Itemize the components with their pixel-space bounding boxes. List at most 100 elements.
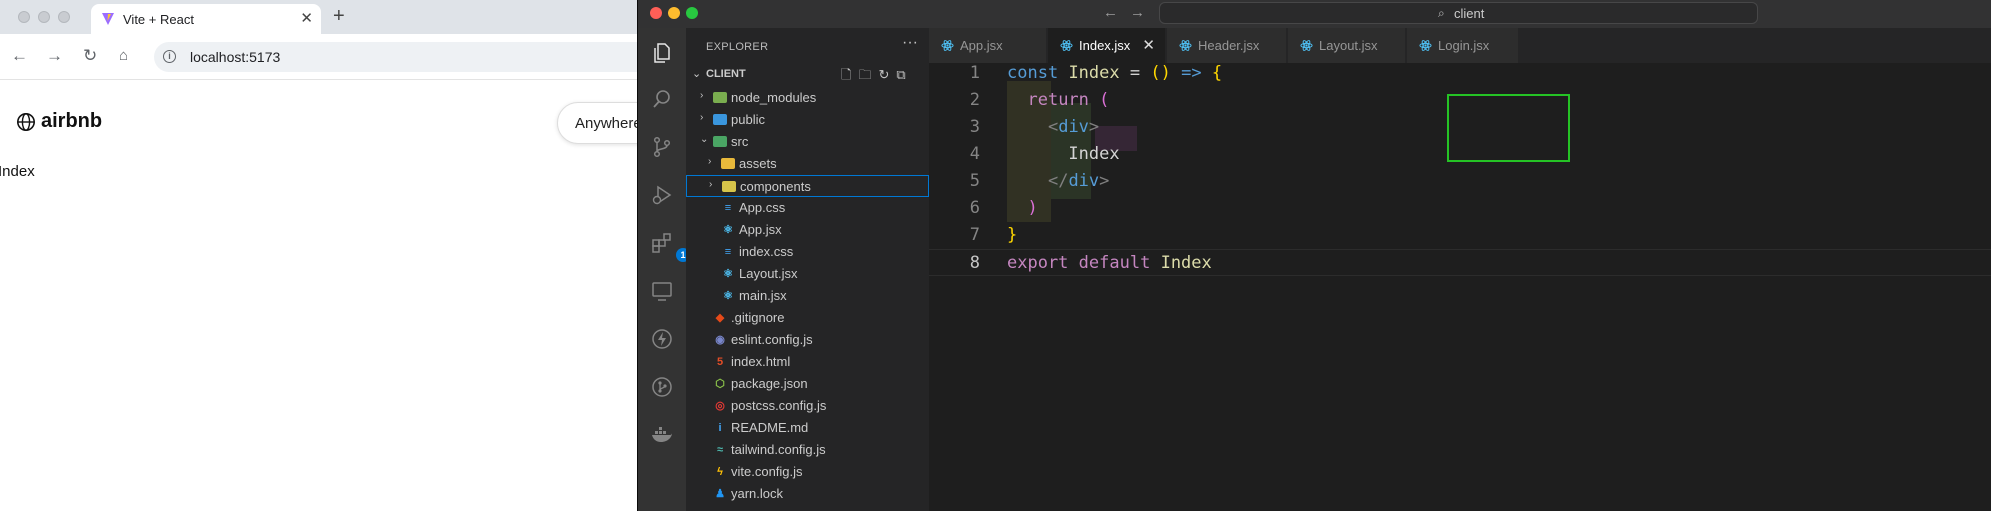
- react-icon: [1300, 40, 1313, 51]
- postcss-file-icon: ◎: [715, 400, 725, 412]
- new-tab-button[interactable]: +: [333, 5, 345, 28]
- history-nav[interactable]: ←→: [1103, 4, 1157, 21]
- vscode-titlebar: ←→ ⌕ client: [638, 0, 1991, 28]
- back-icon[interactable]: ←: [11, 47, 28, 64]
- remote-explorer-icon[interactable]: [650, 279, 674, 303]
- tree-item-label: assets: [739, 156, 777, 171]
- source-control-icon[interactable]: [650, 135, 674, 159]
- lightning-icon[interactable]: [650, 327, 674, 351]
- tree-item[interactable]: ≈ tailwind.config.js: [686, 439, 929, 461]
- back-icon[interactable]: ←: [1103, 4, 1130, 21]
- site-info-icon[interactable]: i: [163, 50, 176, 63]
- tree-item[interactable]: › assets: [686, 153, 929, 175]
- code-line-7[interactable]: 7 }: [929, 222, 1991, 249]
- tree-item[interactable]: 5 index.html: [686, 351, 929, 373]
- tree-item[interactable]: ⚛ main.jsx: [686, 285, 929, 307]
- tree-item-label: postcss.config.js: [731, 398, 827, 413]
- close-window-button[interactable]: [18, 11, 30, 23]
- code-line-1[interactable]: 1 const Index = () => {: [929, 60, 1991, 87]
- web-page: airbnb Anywhere Index: [0, 80, 697, 511]
- folder-icon: [713, 136, 727, 147]
- activity-bar: 1: [638, 28, 690, 511]
- line-number: 2: [969, 90, 980, 110]
- run-debug-icon[interactable]: [650, 183, 674, 207]
- tab-index-jsx[interactable]: Index.jsx ✕: [1048, 28, 1166, 63]
- tab-layout-jsx[interactable]: Layout.jsx: [1288, 28, 1406, 63]
- line-number: 7: [969, 225, 980, 245]
- react-file-icon: ⚛: [723, 268, 733, 280]
- html-file-icon: 5: [716, 356, 724, 368]
- tree-item[interactable]: ≡ index.css: [686, 241, 929, 263]
- react-file-icon: ⚛: [723, 224, 733, 236]
- tree-item[interactable]: i README.md: [686, 417, 929, 439]
- line-number: 8: [969, 253, 980, 273]
- code-line-8[interactable]: 8 export default Index: [929, 249, 1991, 276]
- tab-label: App.jsx: [960, 38, 1003, 53]
- chevron-right-icon[interactable]: ›: [709, 179, 712, 190]
- tree-item[interactable]: ◆ .gitignore: [686, 307, 929, 329]
- tab-app-jsx[interactable]: App.jsx: [929, 28, 1047, 63]
- tree-item[interactable]: ≡ App.css: [686, 197, 929, 219]
- zoom-window-button[interactable]: [58, 11, 70, 23]
- folder-icon: [713, 92, 727, 103]
- chevron-right-icon[interactable]: ›: [708, 156, 711, 167]
- tree-item-label: Layout.jsx: [739, 266, 798, 281]
- tree-item[interactable]: ϟ vite.config.js: [686, 461, 929, 483]
- command-center[interactable]: ⌕ client: [1159, 2, 1758, 24]
- reload-icon[interactable]: ↻: [83, 47, 97, 64]
- forward-icon[interactable]: →: [46, 47, 63, 64]
- close-window-button[interactable]: [650, 7, 662, 19]
- new-folder-icon[interactable]: 🗀: [858, 67, 878, 82]
- line-number: 3: [969, 117, 980, 137]
- code-line-5[interactable]: 5 </div>: [929, 168, 1991, 195]
- close-tab-icon[interactable]: ✕: [300, 9, 313, 27]
- vscode-window: ←→ ⌕ client 1 EXPLORER ··· ⌄ CLIENT 🗋🗀↻⧉…: [637, 0, 1991, 511]
- vite-icon: [102, 13, 114, 25]
- airbnb-logo[interactable]: airbnb: [16, 110, 102, 133]
- browser-tab[interactable]: Vite + React ✕: [91, 4, 321, 34]
- address-url[interactable]: localhost:5173: [190, 49, 280, 65]
- address-bar[interactable]: i localhost:5173: [154, 42, 674, 72]
- code-line-6[interactable]: 6 ): [929, 195, 1991, 222]
- info-file-icon: i: [718, 422, 722, 434]
- tree-item[interactable]: ♟ yarn.lock: [686, 483, 929, 505]
- tree-item[interactable]: ⚛ App.jsx: [686, 219, 929, 241]
- forward-icon[interactable]: →: [1130, 4, 1157, 21]
- yarn-file-icon: ♟: [715, 488, 725, 500]
- zoom-window-button[interactable]: [686, 7, 698, 19]
- tree-item[interactable]: › components: [686, 175, 929, 197]
- tree-item[interactable]: ⚛ Layout.jsx: [686, 263, 929, 285]
- tree-item-label: src: [731, 134, 749, 149]
- explorer-icon[interactable]: [650, 41, 674, 65]
- tab-login-jsx[interactable]: Login.jsx: [1407, 28, 1519, 63]
- tree-item[interactable]: › public: [686, 109, 929, 131]
- chevron-right-icon[interactable]: ›: [700, 112, 703, 123]
- tab-header-jsx[interactable]: Header.jsx: [1167, 28, 1287, 63]
- docker-icon[interactable]: [650, 423, 674, 447]
- tree-item[interactable]: › node_modules: [686, 87, 929, 109]
- tree-item-label: .gitignore: [731, 310, 785, 325]
- tree-item[interactable]: ⬡ package.json: [686, 373, 929, 395]
- extensions-icon[interactable]: 1: [650, 231, 690, 262]
- git-graph-icon[interactable]: [650, 375, 674, 399]
- workspace-section-header[interactable]: ⌄ CLIENT 🗋🗀↻⧉: [686, 64, 929, 86]
- collapse-all-icon[interactable]: ⧉: [896, 67, 912, 82]
- minimize-window-button[interactable]: [668, 7, 680, 19]
- more-actions-icon[interactable]: ···: [902, 34, 918, 52]
- tree-item-label: README.md: [731, 420, 809, 435]
- chevron-right-icon[interactable]: ›: [700, 90, 703, 101]
- browser-window: Vite + React ✕ + ← → ↻ ⌂ i localhost:517…: [0, 0, 697, 511]
- tree-item[interactable]: ◎ postcss.config.js: [686, 395, 929, 417]
- tree-item[interactable]: ⌄ src: [686, 131, 929, 153]
- close-tab-icon[interactable]: ✕: [1142, 36, 1155, 54]
- chevron-down-icon[interactable]: ⌄: [700, 134, 708, 145]
- search-icon[interactable]: [650, 87, 674, 111]
- refresh-icon[interactable]: ↻: [878, 67, 896, 82]
- new-file-icon[interactable]: 🗋: [841, 67, 858, 82]
- minimize-window-button[interactable]: [38, 11, 50, 23]
- home-icon[interactable]: ⌂: [119, 47, 128, 64]
- command-center-label: client: [1454, 6, 1485, 21]
- tab-label: Index.jsx: [1079, 38, 1131, 53]
- browser-toolbar: ← → ↻ ⌂ i localhost:5173: [0, 34, 674, 80]
- tree-item[interactable]: ◉ eslint.config.js: [686, 329, 929, 351]
